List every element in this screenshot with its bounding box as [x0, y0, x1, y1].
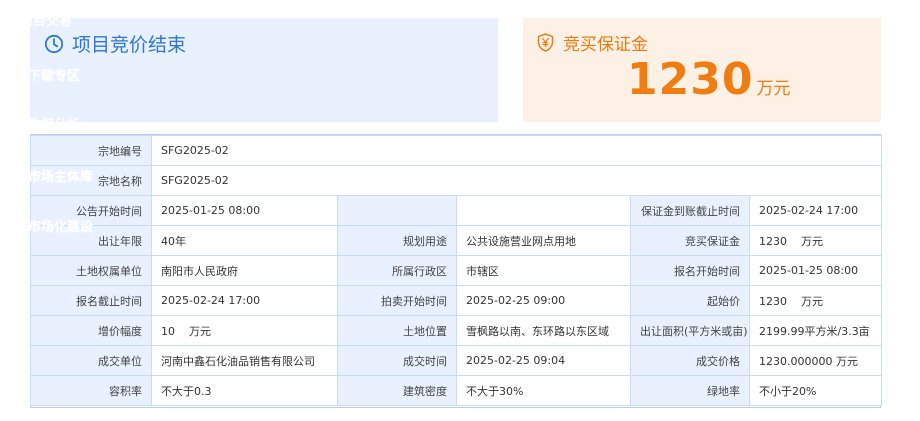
deposit-panel: 竞买保证金 1230 万元 — [523, 18, 881, 122]
planned-use-value: 公共设施营业网点用地 — [456, 225, 631, 256]
far-value: 不大于0.3 — [151, 375, 338, 406]
parcel-name-value: SFG2025-02 — [151, 165, 882, 196]
reg-start-value: 2025-01-25 08:00 — [749, 255, 882, 286]
start-price-value: 1230 万元 — [749, 285, 882, 316]
green-ratio-label: 绿地率 — [630, 375, 750, 406]
density-value: 不大于30% — [456, 375, 631, 406]
deal-time-value: 2025-02-25 09:04 — [456, 345, 631, 376]
location-value: 雪枫路以南、东环路以东区域 — [456, 315, 631, 346]
buyer-label: 成交单位 — [30, 345, 152, 376]
deposit-amount-value: 1230 — [627, 54, 754, 105]
area-value: 2199.99平方米/3.3亩 — [749, 315, 882, 346]
start-price-label: 起始价 — [630, 285, 750, 316]
reg-start-label: 报名开始时间 — [630, 255, 750, 286]
district-label: 所属行政区 — [337, 255, 457, 286]
status-panel: 项目竞价结束 — [30, 18, 498, 122]
location-label: 土地位置 — [337, 315, 457, 346]
sidebar-nav: 项目交易 下载专区 数据分析 市场主体库 市场化建设 — [0, 0, 100, 240]
announce-start-value: 2025-01-25 08:00 — [151, 195, 338, 226]
reg-end-value: 2025-02-24 17:00 — [151, 285, 338, 316]
table-row: 成交单位 河南中鑫石化油品销售有限公司 成交时间 2025-02-25 09:0… — [30, 345, 882, 376]
increment-label: 增价幅度 — [30, 315, 152, 346]
deal-price-label: 成交价格 — [630, 345, 750, 376]
deposit-heading: 竞买保证金 — [537, 30, 648, 55]
parcel-no-value: SFG2025-02 — [151, 135, 882, 166]
deal-price-value: 1230.000000 万元 — [749, 345, 882, 376]
table-row: 增价幅度 10 万元 土地位置 雪枫路以南、东环路以东区域 出让面积(平方米或亩… — [30, 315, 882, 346]
deposit-deadline-value: 2025-02-24 17:00 — [749, 195, 882, 226]
table-row: 宗地名称 SFG2025-02 — [30, 165, 882, 196]
empty-label-cell — [337, 195, 457, 226]
auction-start-value: 2025-02-25 09:00 — [456, 285, 631, 316]
table-row: 报名截止时间 2025-02-24 17:00 拍卖开始时间 2025-02-2… — [30, 285, 882, 316]
table-row: 宗地编号 SFG2025-02 — [30, 135, 882, 166]
shield-yen-icon — [537, 33, 554, 52]
deposit-label: 竞买保证金 — [563, 35, 648, 55]
term-value: 40年 — [151, 225, 338, 256]
owner-label: 土地权属单位 — [30, 255, 152, 286]
sidebar-item-project-trading[interactable]: 项目交易 — [20, 10, 72, 29]
area-label: 出让面积(平方米或亩) — [630, 315, 750, 346]
table-row: 出让年限 40年 规划用途 公共设施营业网点用地 竞买保证金 1230 万元 — [30, 225, 882, 256]
green-ratio-value: 不小于20% — [749, 375, 882, 406]
bid-deposit-label: 竞买保证金 — [630, 225, 750, 256]
deposit-amount-unit: 万元 — [756, 79, 791, 99]
density-label: 建筑密度 — [337, 375, 457, 406]
deposit-deadline-label: 保证金到账截止时间 — [630, 195, 750, 226]
empty-value-cell — [456, 195, 631, 226]
reg-end-label: 报名截止时间 — [30, 285, 152, 316]
deposit-amount: 1230 万元 — [627, 54, 790, 105]
auction-start-label: 拍卖开始时间 — [337, 285, 457, 316]
sidebar-item-marketization[interactable]: 市场化建设 — [28, 216, 93, 235]
district-value: 市辖区 — [456, 255, 631, 286]
table-row: 土地权属单位 南阳市人民政府 所属行政区 市辖区 报名开始时间 2025-01-… — [30, 255, 882, 286]
parcel-details-table: 宗地编号 SFG2025-02 宗地名称 SFG2025-02 公告开始时间 2… — [30, 135, 882, 406]
sidebar-item-market-entities[interactable]: 市场主体库 — [28, 166, 93, 185]
buyer-value: 河南中鑫石化油品销售有限公司 — [151, 345, 338, 376]
deal-time-label: 成交时间 — [337, 345, 457, 376]
table-row: 公告开始时间 2025-01-25 08:00 保证金到账截止时间 2025-0… — [30, 195, 882, 226]
increment-value: 10 万元 — [151, 315, 338, 346]
planned-use-label: 规划用途 — [337, 225, 457, 256]
sidebar-item-downloads[interactable]: 下载专区 — [28, 65, 80, 84]
bid-deposit-value: 1230 万元 — [749, 225, 882, 256]
far-label: 容积率 — [30, 375, 152, 406]
table-row: 容积率 不大于0.3 建筑密度 不大于30% 绿地率 不小于20% — [30, 375, 882, 406]
sidebar-item-data-analysis[interactable]: 数据分析 — [28, 114, 80, 133]
owner-value: 南阳市人民政府 — [151, 255, 338, 286]
